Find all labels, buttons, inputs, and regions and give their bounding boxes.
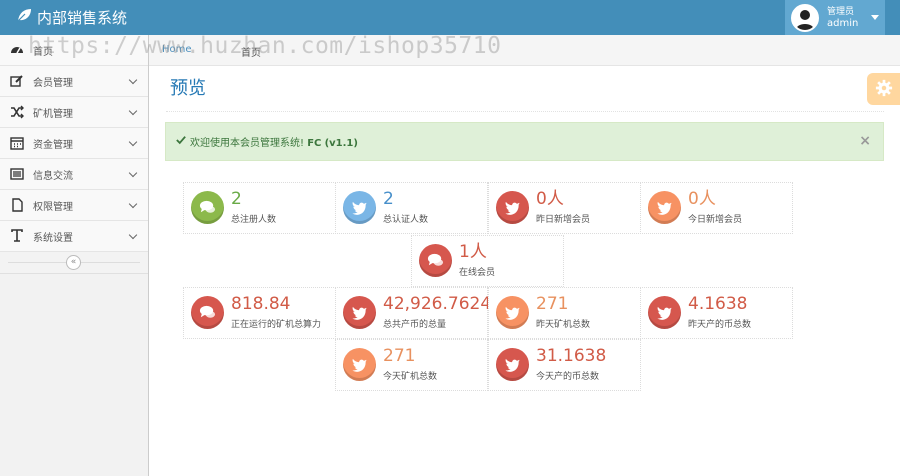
chevron-down-icon <box>128 106 138 116</box>
sidebar-item-label: 矿机管理 <box>33 108 73 120</box>
file-icon <box>10 198 24 212</box>
stat-value: 1人 <box>459 242 487 262</box>
stat-value: 818.84 <box>231 294 291 314</box>
stat-value: 0人 <box>688 189 716 209</box>
sidebar-item-label: 系统设置 <box>33 232 73 244</box>
check-icon <box>176 135 186 148</box>
double-chevron-left-icon[interactable]: « <box>66 255 81 270</box>
top-navbar: 内部销售系统 管理员 admin <box>0 0 900 35</box>
stat-total-coins: 42,926.7624 总共产币的总量 <box>335 287 492 339</box>
sidebar-item-label: 资金管理 <box>33 139 73 151</box>
chevron-down-icon <box>128 168 138 178</box>
stat-total-verified: 2 总认证人数 <box>335 182 488 234</box>
stat-value: 0人 <box>536 189 564 209</box>
close-icon[interactable]: × <box>859 133 871 149</box>
gear-icon <box>875 79 893 100</box>
alert-brand: FC <box>307 138 322 149</box>
stat-label: 今日新增会员 <box>688 215 743 225</box>
twitter-icon <box>648 296 681 329</box>
stat-label: 在线会员 <box>459 268 496 278</box>
chevron-down-icon <box>128 137 138 147</box>
stat-value: 31.1638 <box>536 346 607 366</box>
stat-label: 昨天矿机总数 <box>536 320 591 330</box>
settings-button[interactable] <box>867 73 900 105</box>
stat-new-yesterday: 0人 昨日新增会员 <box>488 182 641 234</box>
alert-version: (v1.1) <box>324 138 358 149</box>
stat-value: 4.1638 <box>688 294 748 314</box>
sidebar-item-settings[interactable]: 系统设置 <box>0 221 148 252</box>
stat-label: 总共产币的总量 <box>383 320 447 330</box>
user-name: admin <box>827 17 859 29</box>
twitter-icon <box>496 191 529 224</box>
edit-icon <box>10 74 24 88</box>
random-icon <box>10 105 24 119</box>
stat-miners-today: 271 今天矿机总数 <box>335 339 488 391</box>
sidebar-item-label: 首页 <box>33 46 53 58</box>
stat-miners-yesterday: 271 昨天矿机总数 <box>488 287 641 339</box>
comments-icon <box>419 244 452 277</box>
sidebar-item-label: 信息交流 <box>33 170 73 182</box>
twitter-icon <box>343 348 376 381</box>
avatar <box>791 3 819 32</box>
stat-value: 2 <box>383 189 394 209</box>
brand[interactable]: 内部销售系统 <box>16 7 127 28</box>
list-alt-icon <box>10 167 24 181</box>
caret-down-icon <box>871 15 879 20</box>
stat-label: 总认证人数 <box>383 215 429 225</box>
sidebar: 首页 会员管理 矿机管理 资金管理 信息交流 权限管理 系统设置 « <box>0 35 149 476</box>
sidebar-item-members[interactable]: 会员管理 <box>0 66 148 97</box>
stat-total-registered: 2 总注册人数 <box>183 182 336 234</box>
welcome-alert: 欢迎使用本会员管理系统! FC (v1.1) × <box>165 122 884 161</box>
twitter-icon <box>648 191 681 224</box>
page-title: 预览 <box>170 78 206 99</box>
stat-coins-today: 31.1638 今天产的币总数 <box>488 339 641 391</box>
chevron-down-icon <box>128 75 138 85</box>
leaf-icon <box>16 7 32 28</box>
sidebar-item-home[interactable]: 首页 <box>0 35 148 66</box>
text-icon <box>10 229 24 243</box>
sidebar-item-messages[interactable]: 信息交流 <box>0 159 148 190</box>
chevron-down-icon <box>128 230 138 240</box>
sidebar-collapse: « <box>0 252 148 274</box>
comments-icon <box>191 296 224 329</box>
stat-hashrate: 818.84 正在运行的矿机总算力 <box>183 287 336 339</box>
breadcrumb-current: 首页 <box>241 48 261 59</box>
stat-value: 2 <box>231 189 242 209</box>
sidebar-item-permissions[interactable]: 权限管理 <box>0 190 148 221</box>
sidebar-item-miners[interactable]: 矿机管理 <box>0 97 148 128</box>
user-menu[interactable]: 管理员 admin <box>785 0 885 35</box>
sidebar-item-label: 权限管理 <box>33 201 73 213</box>
stat-label: 今天产的币总数 <box>536 372 600 382</box>
stat-online: 1人 在线会员 <box>411 235 564 287</box>
stat-value: 271 <box>383 346 416 366</box>
stat-coins-yesterday: 4.1638 昨天产的币总数 <box>640 287 793 339</box>
stat-label: 今天矿机总数 <box>383 372 438 382</box>
stat-label: 昨天产的币总数 <box>688 320 752 330</box>
twitter-icon <box>343 296 376 329</box>
page-header: 预览 <box>166 78 884 112</box>
stat-value: 42,926.7624 <box>383 294 492 314</box>
sidebar-item-label: 会员管理 <box>33 77 73 89</box>
breadcrumb: Home 首页 <box>149 35 900 66</box>
stat-label: 昨日新增会员 <box>536 215 591 225</box>
stat-label: 正在运行的矿机总算力 <box>231 320 322 330</box>
twitter-icon <box>496 296 529 329</box>
breadcrumb-home[interactable]: Home <box>162 44 192 55</box>
stat-label: 总注册人数 <box>231 215 277 225</box>
user-role: 管理员 <box>827 6 855 17</box>
app-title: 内部销售系统 <box>37 8 128 27</box>
sidebar-item-funds[interactable]: 资金管理 <box>0 128 148 159</box>
stat-new-today: 0人 今日新增会员 <box>640 182 793 234</box>
twitter-icon <box>343 191 376 224</box>
calendar-icon <box>10 136 24 150</box>
stat-value: 271 <box>536 294 569 314</box>
chevron-down-icon <box>128 199 138 209</box>
alert-message: 欢迎使用本会员管理系统! <box>190 138 305 149</box>
comments-icon <box>191 191 224 224</box>
tachometer-icon <box>10 43 24 57</box>
twitter-icon <box>496 348 529 381</box>
